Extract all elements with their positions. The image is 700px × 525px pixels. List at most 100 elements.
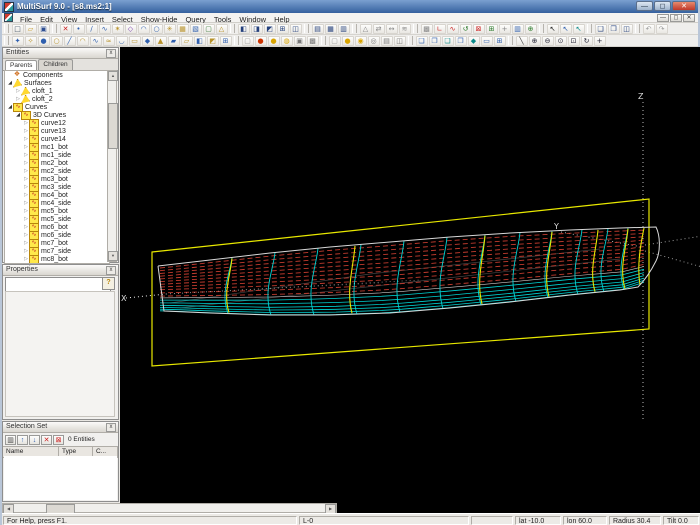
stretch-tool-icon[interactable]: ⇄: [372, 23, 385, 34]
view-four-pane-icon[interactable]: ⊞: [276, 23, 289, 34]
insert-cone-icon[interactable]: △: [215, 23, 228, 34]
offsets-table-icon[interactable]: ▤: [311, 23, 324, 34]
show-yellow-bulb-icon[interactable]: ●: [267, 35, 280, 46]
delete-icon[interactable]: ✕: [59, 23, 72, 34]
view-shaded-icon[interactable]: ◨: [250, 23, 263, 34]
show-faces-icon[interactable]: ▣: [293, 35, 306, 46]
tree-item-mc2_side[interactable]: ▷ ∿ mc2_side: [5, 166, 109, 176]
insert-point-icon[interactable]: •: [72, 23, 85, 34]
list-view-icon[interactable]: ▥: [5, 434, 16, 445]
paste-entity-icon[interactable]: ❏: [441, 35, 454, 46]
tree-item-mc1_side[interactable]: ▷ ∿ mc1_side: [5, 150, 109, 160]
clear-set-icon[interactable]: ⊠: [53, 434, 64, 445]
tree-item-curve13[interactable]: ▷ ∿ curve13: [5, 126, 109, 136]
tree-scrollbar[interactable]: ▲ ▼: [107, 70, 118, 262]
create-bcurve-icon[interactable]: ∿: [89, 35, 102, 46]
create-point-icon[interactable]: ✦: [11, 35, 24, 46]
select-add-icon[interactable]: ↖: [559, 23, 572, 34]
help-icon[interactable]: ?: [102, 277, 115, 290]
create-ccurve-icon[interactable]: ≈: [102, 35, 115, 46]
insert-mesh-icon[interactable]: ▦: [176, 23, 189, 34]
grid-toggle-icon[interactable]: ▩: [420, 23, 433, 34]
entities-panel-title[interactable]: Entities x: [3, 48, 118, 59]
copy-add-icon[interactable]: ❐: [428, 35, 441, 46]
insert-star-icon[interactable]: ✶: [111, 23, 124, 34]
select-cursor-icon[interactable]: ↖: [546, 23, 559, 34]
selection-table-body[interactable]: [4, 456, 117, 500]
create-arc-icon[interactable]: ◠: [76, 35, 89, 46]
selection-panel-title[interactable]: Selection Set x: [3, 422, 118, 433]
grid-table-icon[interactable]: ▥: [337, 23, 350, 34]
duplicate-entity-icon[interactable]: ❐: [454, 35, 467, 46]
add-mark-icon[interactable]: ⊞: [485, 23, 498, 34]
tree-item-curve14[interactable]: ▷ ∿ curve14: [5, 134, 109, 144]
insert-spline-icon[interactable]: ∿: [98, 23, 111, 34]
visibility-bulb-icon[interactable]: ●: [341, 35, 354, 46]
crosshair-icon[interactable]: +: [498, 23, 511, 34]
select-polygon-icon[interactable]: ↖: [572, 23, 585, 34]
hide-entity-icon[interactable]: ▢: [241, 35, 254, 46]
mdi-minimize-button[interactable]: —: [657, 14, 669, 22]
create-frame-icon[interactable]: ◩: [206, 35, 219, 46]
document-icon[interactable]: [4, 13, 13, 22]
tree-item-surfaces[interactable]: ◢ Surfaces: [5, 78, 109, 88]
tree-item-cloft_1[interactable]: ▷ cloft_1: [5, 86, 109, 96]
insert-net-icon[interactable]: ✳: [163, 23, 176, 34]
scroll-thumb[interactable]: [108, 103, 118, 149]
measure-angle-icon[interactable]: ∟: [433, 23, 446, 34]
remove-item-icon[interactable]: ✕: [41, 434, 52, 445]
pan-view-icon[interactable]: +: [593, 35, 606, 46]
rename-entity-icon[interactable]: ▭: [480, 35, 493, 46]
tree-item-mc7_side[interactable]: ▷ ∿ mc7_side: [5, 246, 109, 256]
expander-icon[interactable]: ◢: [7, 80, 13, 86]
create-grid-icon[interactable]: ⊞: [219, 35, 232, 46]
mdi-restore-button[interactable]: ◻: [670, 14, 682, 22]
mdi-close-button[interactable]: ✕: [683, 14, 695, 22]
view-wireframe-icon[interactable]: ◧: [237, 23, 250, 34]
tree-item-mc2_bot[interactable]: ▷ ∿ mc2_bot: [5, 158, 109, 168]
tree-item-mc5_side[interactable]: ▷ ∿ mc5_side: [5, 214, 109, 224]
measure-curvature-icon[interactable]: ∿: [446, 23, 459, 34]
save-file-icon[interactable]: ▣: [37, 23, 50, 34]
expander-icon[interactable]: ▷: [15, 88, 21, 94]
scroll-down-icon[interactable]: ▼: [108, 251, 118, 261]
tree-item-curve12[interactable]: ▷ ∿ curve12: [5, 118, 109, 128]
visibility-table-icon[interactable]: ▤: [380, 35, 393, 46]
3d-viewport[interactable]: Z X Y: [120, 47, 700, 513]
scroll-up-icon[interactable]: ▲: [108, 71, 118, 81]
tree-item-mc4_bot[interactable]: ▷ ∿ mc4_bot: [5, 190, 109, 200]
weight-tool-icon[interactable]: △: [359, 23, 372, 34]
minimize-button[interactable]: —: [636, 1, 653, 11]
tab-children[interactable]: Children: [38, 59, 73, 70]
create-ruled-surface-icon[interactable]: ▰: [167, 35, 180, 46]
tree-item-mc6_side[interactable]: ▷ ∿ mc6_side: [5, 230, 109, 240]
insert-polygon-icon[interactable]: ◇: [124, 23, 137, 34]
insert-cube-icon[interactable]: ▧: [189, 23, 202, 34]
zoom-window-icon[interactable]: ⊡: [567, 35, 580, 46]
insert-line-icon[interactable]: ∕: [85, 23, 98, 34]
data-table-icon[interactable]: ▦: [324, 23, 337, 34]
fair-tool-icon[interactable]: ≋: [398, 23, 411, 34]
move-up-icon[interactable]: ↑: [17, 434, 28, 445]
create-bead-icon[interactable]: ✧: [24, 35, 37, 46]
tree-item-mc8_bot[interactable]: ▷ ∿ mc8_bot: [5, 254, 109, 263]
delete-mark-icon[interactable]: ⊠: [472, 23, 485, 34]
copy-entity-icon[interactable]: ❏: [415, 35, 428, 46]
zoom-in-icon[interactable]: ⊕: [528, 35, 541, 46]
create-rev-surface-icon[interactable]: ▱: [180, 35, 193, 46]
create-blend-surface-icon[interactable]: ▲: [154, 35, 167, 46]
show-mesh-icon[interactable]: ▩: [306, 35, 319, 46]
move-down-icon[interactable]: ↓: [29, 434, 40, 445]
visibility-split-icon[interactable]: ◫: [393, 35, 406, 46]
zoom-all-icon[interactable]: ⊙: [554, 35, 567, 46]
tree-item-mc1_bot[interactable]: ▷ ∿ mc1_bot: [5, 142, 109, 152]
insert-prism-icon[interactable]: ▢: [202, 23, 215, 34]
redo-icon[interactable]: ↷: [655, 23, 668, 34]
tree-item-3d-curves[interactable]: ◢ ∿ 3D Curves: [5, 110, 109, 120]
create-loft-surface-icon[interactable]: ◆: [141, 35, 154, 46]
refresh-view-icon[interactable]: ↺: [459, 23, 472, 34]
show-red-bulb-icon[interactable]: ●: [254, 35, 267, 46]
entities-tree[interactable]: ❖ Components ◢ Surfaces ▷ cloft_1 ▷ cloft_2 ◢ ∿ Cu…: [4, 70, 110, 264]
new-file-icon[interactable]: □: [11, 23, 24, 34]
properties-name-field[interactable]: [5, 277, 111, 292]
